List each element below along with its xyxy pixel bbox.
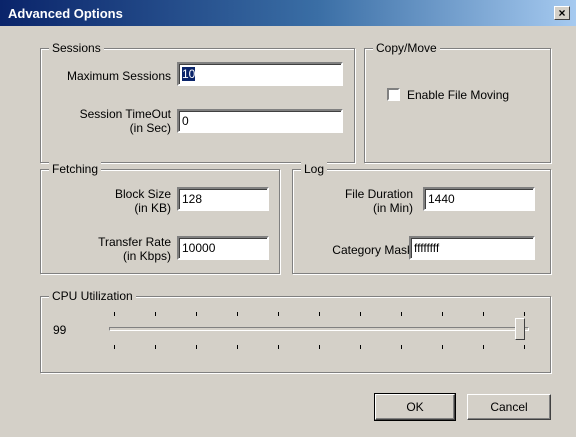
session-timeout-input[interactable]: 0 <box>177 109 343 133</box>
slider-tick-bottom <box>442 345 443 349</box>
slider-tick-bottom <box>237 345 238 349</box>
block-size-label: Block Size <box>114 187 171 201</box>
max-sessions-label: Maximum Sessions <box>66 69 171 83</box>
max-sessions-value: 10 <box>182 67 196 81</box>
cpu-utilization-group: CPU Utilization 99 <box>40 289 551 373</box>
slider-tick-bottom <box>483 345 484 349</box>
session-timeout-value: 0 <box>182 114 189 128</box>
file-duration-value: 1440 <box>428 192 455 206</box>
session-timeout-label: Session TimeOut <box>79 107 171 121</box>
block-size-unit-label: (in KB) <box>134 201 171 215</box>
slider-tick-top <box>483 312 484 316</box>
close-icon: × <box>558 6 566 20</box>
slider-tick-bottom <box>114 345 115 349</box>
window-title: Advanced Options <box>8 6 123 21</box>
title-bar: Advanced Options × <box>0 0 576 26</box>
session-timeout-unit-label: (in Sec) <box>129 121 171 135</box>
log-legend: Log <box>301 162 328 176</box>
transfer-rate-value: 10000 <box>182 241 216 255</box>
dialog-body: Sessions Maximum Sessions 10 Session Tim… <box>0 26 576 437</box>
cpu-utilization-legend: CPU Utilization <box>49 289 136 303</box>
cpu-utilization-value: 99 <box>53 323 67 337</box>
copy-move-legend: Copy/Move <box>373 41 440 55</box>
slider-tick-top <box>401 312 402 316</box>
enable-file-moving-label[interactable]: Enable File Moving <box>407 88 547 102</box>
slider-tick-top <box>237 312 238 316</box>
slider-tick-bottom <box>319 345 320 349</box>
transfer-rate-unit-label: (in Kbps) <box>122 249 171 263</box>
slider-tick-bottom <box>360 345 361 349</box>
copy-move-group: Copy/Move Enable File Moving <box>364 41 551 163</box>
file-duration-unit-label: (in Min) <box>372 201 413 215</box>
slider-tick-top <box>278 312 279 316</box>
slider-thumb[interactable] <box>515 318 525 340</box>
fetching-group: Fetching Block Size (in KB) 128 Transfer… <box>40 162 280 274</box>
slider-track <box>109 327 529 331</box>
slider-tick-top <box>524 312 525 316</box>
slider-tick-bottom <box>155 345 156 349</box>
sessions-legend: Sessions <box>49 41 104 55</box>
slider-tick-bottom <box>196 345 197 349</box>
category-mask-label: Category Mask <box>332 243 413 257</box>
slider-tick-bottom <box>401 345 402 349</box>
file-duration-label: File Duration <box>344 187 413 201</box>
slider-tick-top <box>196 312 197 316</box>
close-button[interactable]: × <box>554 6 570 20</box>
max-sessions-input[interactable]: 10 <box>177 62 343 86</box>
transfer-rate-label: Transfer Rate <box>98 235 171 249</box>
category-mask-value: ffffffff <box>414 241 440 255</box>
slider-tick-top <box>114 312 115 316</box>
slider-tick-bottom <box>278 345 279 349</box>
slider-tick-top <box>442 312 443 316</box>
file-duration-input[interactable]: 1440 <box>423 187 535 211</box>
ok-button[interactable]: OK <box>374 393 456 421</box>
transfer-rate-input[interactable]: 10000 <box>177 236 269 260</box>
log-group: Log File Duration (in Min) 1440 Category… <box>292 162 551 274</box>
sessions-group: Sessions Maximum Sessions 10 Session Tim… <box>40 41 355 163</box>
slider-tick-top <box>319 312 320 316</box>
fetching-legend: Fetching <box>49 162 102 176</box>
block-size-input[interactable]: 128 <box>177 187 269 211</box>
slider-tick-top <box>360 312 361 316</box>
enable-file-moving-checkbox[interactable] <box>387 88 400 101</box>
block-size-value: 128 <box>182 192 203 206</box>
cancel-button[interactable]: Cancel <box>467 394 551 420</box>
category-mask-input[interactable]: ffffffff <box>409 236 535 260</box>
cpu-utilization-slider[interactable] <box>109 307 529 355</box>
slider-tick-top <box>155 312 156 316</box>
slider-tick-bottom <box>524 345 525 349</box>
